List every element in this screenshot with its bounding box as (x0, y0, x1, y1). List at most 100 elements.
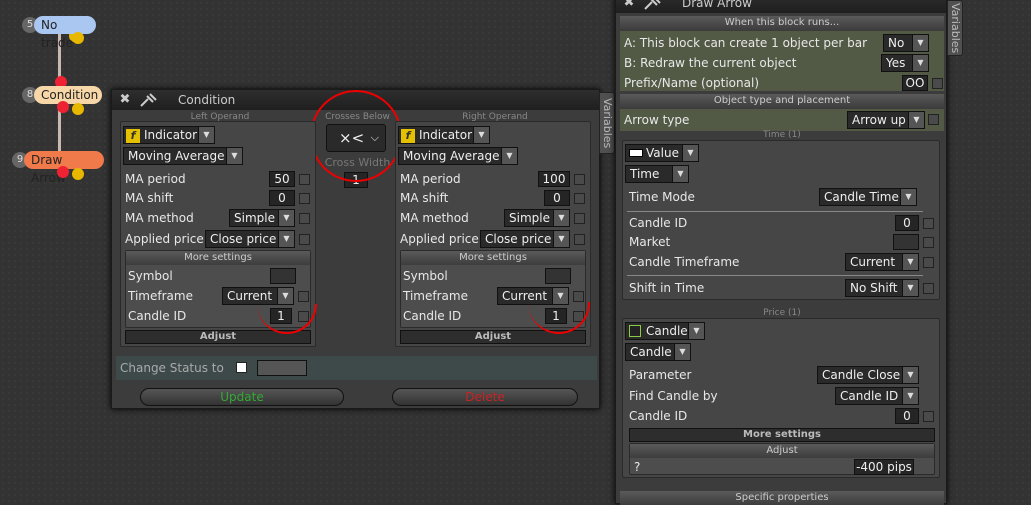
variable-checkbox[interactable] (299, 234, 310, 245)
specific-properties-header[interactable]: Specific properties (620, 491, 944, 505)
parameter-label: Parameter (629, 368, 692, 382)
variable-checkbox[interactable] (928, 114, 939, 125)
chevron-down-icon: ▼ (553, 231, 569, 247)
timeframe-label: Timeframe (128, 289, 193, 303)
operand-type-dropdown[interactable]: f Indicator ▼ (123, 126, 215, 144)
chevron-down-icon: ▼ (908, 112, 924, 128)
variable-checkbox[interactable] (574, 234, 585, 245)
ma-method-label: MA method (125, 211, 194, 225)
chevron-down-icon: ▼ (682, 145, 698, 161)
chevron-down-icon: ▼ (672, 166, 688, 182)
variable-checkbox[interactable] (923, 283, 934, 294)
applied-price-dropdown[interactable]: Close price ▼ (480, 230, 570, 248)
ma-shift-input[interactable]: 0 (269, 190, 295, 206)
option-a-label: A: This block can create 1 object per ba… (624, 36, 868, 50)
variable-checkbox[interactable] (932, 78, 943, 89)
arrow-type-label: Arrow type (624, 113, 690, 127)
indicator-dropdown[interactable]: Moving Average ▼ (398, 147, 518, 165)
time-kind-dropdown[interactable]: Value ▼ (625, 144, 699, 162)
draw-arrow-titlebar[interactable]: ✖ Draw Arrow (616, 0, 946, 13)
variable-checkbox[interactable] (574, 193, 585, 204)
divider (627, 275, 923, 276)
variable-checkbox[interactable] (298, 291, 309, 302)
chevron-down-icon: ▼ (902, 367, 918, 383)
option-b-dropdown[interactable]: Yes ▼ (881, 54, 929, 72)
chevron-down-icon: ▼ (278, 210, 294, 226)
chevron-down-icon: ▼ (912, 55, 928, 71)
shift-label: Shift in Time (629, 281, 705, 295)
market-input[interactable] (893, 234, 919, 250)
runs-header: When this block runs... (620, 16, 944, 30)
symbol-input[interactable] (545, 268, 571, 284)
variable-checkbox[interactable] (299, 193, 310, 204)
change-status-checkbox[interactable] (236, 362, 247, 373)
change-status-input[interactable] (257, 360, 307, 376)
divider (627, 211, 923, 212)
node-output-dot (57, 101, 69, 113)
variable-checkbox[interactable] (923, 257, 934, 268)
ma-method-dropdown[interactable]: Simple ▼ (229, 209, 295, 227)
find-candle-dropdown[interactable]: Candle ID ▼ (835, 387, 919, 405)
variable-checkbox[interactable] (574, 213, 585, 224)
pin-icon[interactable] (138, 92, 158, 108)
chevron-down-icon: ▼ (226, 148, 242, 164)
timeframe-dropdown[interactable]: Current ▼ (222, 287, 294, 305)
candle-id-input[interactable]: 0 (895, 215, 919, 231)
ma-period-input[interactable]: 50 (269, 171, 295, 187)
symbol-input[interactable] (270, 268, 296, 284)
prefix-label: Prefix/Name (optional) (624, 76, 759, 90)
operand-type-dropdown[interactable]: f Indicator ▼ (398, 126, 490, 144)
ma-method-dropdown[interactable]: Simple ▼ (504, 209, 570, 227)
candle-id-label: Candle ID (629, 216, 688, 230)
value-icon (629, 149, 643, 157)
candle-id-label: Candle ID (403, 309, 462, 323)
update-button[interactable]: Update (140, 388, 344, 406)
variable-checkbox[interactable] (923, 237, 934, 248)
adjust-question-label: ? (634, 460, 641, 474)
ma-shift-label: MA shift (400, 191, 449, 205)
node-no-trade[interactable]: No trade (34, 16, 96, 50)
variables-tab[interactable]: Variables (599, 92, 615, 154)
pin-icon[interactable] (642, 0, 662, 11)
delete-button[interactable]: Delete (392, 388, 578, 406)
adjust-input[interactable]: -400 pips (854, 459, 914, 475)
shift-dropdown[interactable]: No Shift ▼ (845, 279, 919, 297)
chevron-down-icon: ▼ (473, 127, 489, 143)
option-a-dropdown[interactable]: No ▼ (883, 34, 929, 52)
candle-id-label: Candle ID (128, 309, 187, 323)
find-candle-label: Find Candle by (629, 389, 718, 403)
chevron-down-icon: ▼ (501, 148, 517, 164)
more-settings-header[interactable]: More settings (401, 251, 585, 265)
price-sub-dropdown[interactable]: Candle ▼ (625, 343, 691, 361)
close-icon[interactable]: ✖ (118, 93, 132, 107)
price-header: Price (1) (763, 308, 801, 318)
variable-checkbox[interactable] (923, 411, 934, 422)
arrow-type-dropdown[interactable]: Arrow up ▼ (847, 111, 925, 129)
price-kind-dropdown[interactable]: Candle ▼ (625, 322, 705, 340)
node-condition[interactable]: Condition (34, 86, 102, 104)
candle-id-input[interactable]: 0 (895, 408, 919, 424)
time-sub-dropdown[interactable]: Time ▼ (625, 165, 689, 183)
variable-checkbox[interactable] (299, 213, 310, 224)
indicator-dropdown[interactable]: Moving Average ▼ (123, 147, 243, 165)
more-settings-bar[interactable]: More settings (629, 428, 935, 442)
adjust-header[interactable]: Adjust (630, 444, 934, 458)
candle-id-label: Candle ID (629, 409, 688, 423)
ma-shift-input[interactable]: 0 (544, 190, 570, 206)
symbol-label: Symbol (403, 269, 448, 283)
variable-checkbox[interactable] (574, 174, 585, 185)
candle-timeframe-dropdown[interactable]: Current ▼ (845, 253, 919, 271)
ma-period-input[interactable]: 100 (538, 171, 570, 187)
variables-tab[interactable]: Variables (947, 0, 963, 56)
prefix-input[interactable]: OO (902, 75, 928, 91)
variable-checkbox[interactable] (299, 174, 310, 185)
parameter-dropdown[interactable]: Candle Close ▼ (817, 366, 919, 384)
time-mode-dropdown[interactable]: Candle Time ▼ (819, 188, 917, 206)
close-icon[interactable]: ✖ (622, 0, 636, 10)
variable-checkbox[interactable] (923, 218, 934, 229)
node-output-dot (72, 32, 84, 44)
applied-price-dropdown[interactable]: Close price ▼ (205, 230, 295, 248)
chevron-down-icon: ▼ (674, 344, 690, 360)
more-settings-header[interactable]: More settings (126, 251, 310, 265)
variable-checkbox[interactable] (573, 291, 584, 302)
